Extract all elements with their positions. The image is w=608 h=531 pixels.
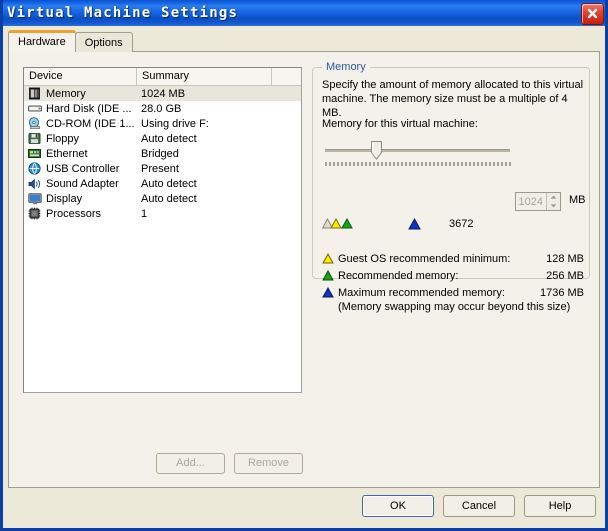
marker-maximum-icon bbox=[408, 217, 421, 233]
device-name: Processors bbox=[46, 207, 102, 220]
device-summary: Auto detect bbox=[141, 177, 197, 190]
memory-max-scale-label: 3672 bbox=[449, 218, 474, 230]
ethernet-icon bbox=[28, 146, 46, 161]
device-row[interactable]: Floppy Auto detect bbox=[24, 131, 301, 146]
harddisk-icon bbox=[28, 101, 46, 116]
device-name: Hard Disk (IDE ... bbox=[46, 102, 132, 115]
device-name: USB Controller bbox=[46, 162, 120, 175]
close-icon[interactable] bbox=[581, 3, 604, 25]
legend-note: (Memory swapping may occur beyond this s… bbox=[338, 301, 571, 313]
device-row[interactable]: Hard Disk (IDE ... 28.0 GB bbox=[24, 101, 301, 116]
triangle-yellow-icon bbox=[322, 253, 338, 264]
tab-options[interactable]: Options bbox=[74, 32, 133, 52]
triangle-blue-icon bbox=[322, 287, 338, 298]
device-row[interactable]: Ethernet Bridged bbox=[24, 146, 301, 161]
device-row[interactable]: Display Auto detect bbox=[24, 191, 301, 206]
memory-value: 1024 bbox=[518, 195, 543, 208]
window-title: Virtual Machine Settings bbox=[7, 5, 239, 21]
tab-strip: Hardware Options bbox=[8, 30, 133, 52]
virtual-machine-settings-window: Virtual Machine Settings Hardware Option… bbox=[0, 0, 608, 531]
display-icon bbox=[28, 191, 46, 206]
memory-legend-list: Guest OS recommended minimum: 128 MB Rec… bbox=[322, 250, 584, 313]
device-name: Ethernet bbox=[46, 147, 88, 160]
column-header-summary[interactable]: Summary bbox=[137, 68, 272, 85]
device-row[interactable]: Sound Adapter Auto detect bbox=[24, 176, 301, 191]
memory-description: Specify the amount of memory allocated t… bbox=[322, 79, 584, 119]
device-summary: Auto detect bbox=[141, 192, 197, 205]
spinner-up-icon bbox=[550, 195, 557, 199]
memory-slider[interactable] bbox=[322, 138, 512, 166]
memory-icon bbox=[28, 86, 46, 101]
memory-markers bbox=[321, 217, 552, 233]
device-list-header: Device Summary bbox=[24, 68, 301, 86]
add-device-button[interactable]: Add... bbox=[156, 453, 225, 474]
legend-label-minimum: Guest OS recommended minimum: bbox=[338, 252, 511, 265]
slider-thumb[interactable] bbox=[371, 141, 383, 161]
legend-value-recommended: 256 MB bbox=[546, 269, 584, 282]
legend-value-maximum: 1736 MB bbox=[539, 286, 584, 299]
column-header-extra[interactable] bbox=[272, 68, 301, 85]
device-summary: Present bbox=[141, 162, 179, 175]
device-row[interactable]: Memory 1024 MB bbox=[24, 86, 301, 101]
cdrom-icon bbox=[28, 116, 46, 131]
floppy-icon bbox=[28, 131, 46, 146]
sound-icon bbox=[28, 176, 46, 191]
usb-icon bbox=[28, 161, 46, 176]
device-summary: Auto detect bbox=[141, 132, 197, 145]
device-summary: 1 bbox=[141, 207, 148, 220]
remove-device-button[interactable]: Remove bbox=[234, 453, 303, 474]
device-name: Floppy bbox=[46, 132, 80, 145]
tab-hardware[interactable]: Hardware bbox=[8, 30, 76, 52]
legend-row: Recommended memory: 256 MB bbox=[322, 267, 584, 284]
hardware-tab-page: Device Summary Memory 1024 MB Hard Disk (I… bbox=[8, 51, 600, 488]
memory-unit-label: MB bbox=[569, 194, 586, 206]
memory-group-title: Memory bbox=[322, 61, 370, 73]
spinner-arrows[interactable] bbox=[546, 193, 560, 210]
marker-recommended-icon bbox=[341, 217, 353, 232]
legend-label-recommended: Recommended memory: bbox=[338, 269, 459, 282]
device-name: Display bbox=[46, 192, 83, 205]
legend-row: Maximum recommended memory: 1736 MB bbox=[322, 284, 584, 301]
processor-icon bbox=[28, 206, 46, 221]
device-row[interactable]: CD-ROM (IDE 1... Using drive F: bbox=[24, 116, 301, 131]
memory-value-spinner[interactable]: 1024 bbox=[515, 192, 561, 211]
slider-track[interactable] bbox=[325, 149, 510, 152]
legend-value-minimum: 128 MB bbox=[546, 252, 584, 265]
title-bar: Virtual Machine Settings bbox=[3, 0, 605, 26]
legend-label-maximum: Maximum recommended memory: bbox=[338, 286, 505, 299]
device-row[interactable]: Processors 1 bbox=[24, 206, 301, 221]
device-row[interactable]: USB Controller Present bbox=[24, 161, 301, 176]
column-header-device[interactable]: Device bbox=[24, 68, 137, 85]
ok-button[interactable]: OK bbox=[362, 495, 434, 517]
device-summary: Bridged bbox=[141, 147, 179, 160]
triangle-green-icon bbox=[322, 270, 338, 281]
device-name: Memory bbox=[46, 87, 86, 100]
device-summary: Using drive F: bbox=[141, 117, 209, 130]
device-list[interactable]: Device Summary Memory 1024 MB Hard Disk (I… bbox=[23, 67, 302, 393]
slider-ticks bbox=[325, 162, 511, 166]
device-summary: 28.0 GB bbox=[141, 102, 182, 115]
device-name: Sound Adapter bbox=[46, 177, 119, 190]
legend-row: Guest OS recommended minimum: 128 MB bbox=[322, 250, 584, 267]
device-rows: Memory 1024 MB Hard Disk (IDE ... 28.0 GB CD… bbox=[24, 86, 301, 221]
help-button[interactable]: Help bbox=[524, 495, 596, 517]
cancel-button[interactable]: Cancel bbox=[443, 495, 515, 517]
spinner-down-icon bbox=[550, 204, 557, 208]
device-summary: 1024 MB bbox=[141, 87, 186, 100]
memory-slider-label: Memory for this virtual machine: bbox=[322, 118, 478, 130]
device-name: CD-ROM (IDE 1... bbox=[46, 117, 135, 130]
